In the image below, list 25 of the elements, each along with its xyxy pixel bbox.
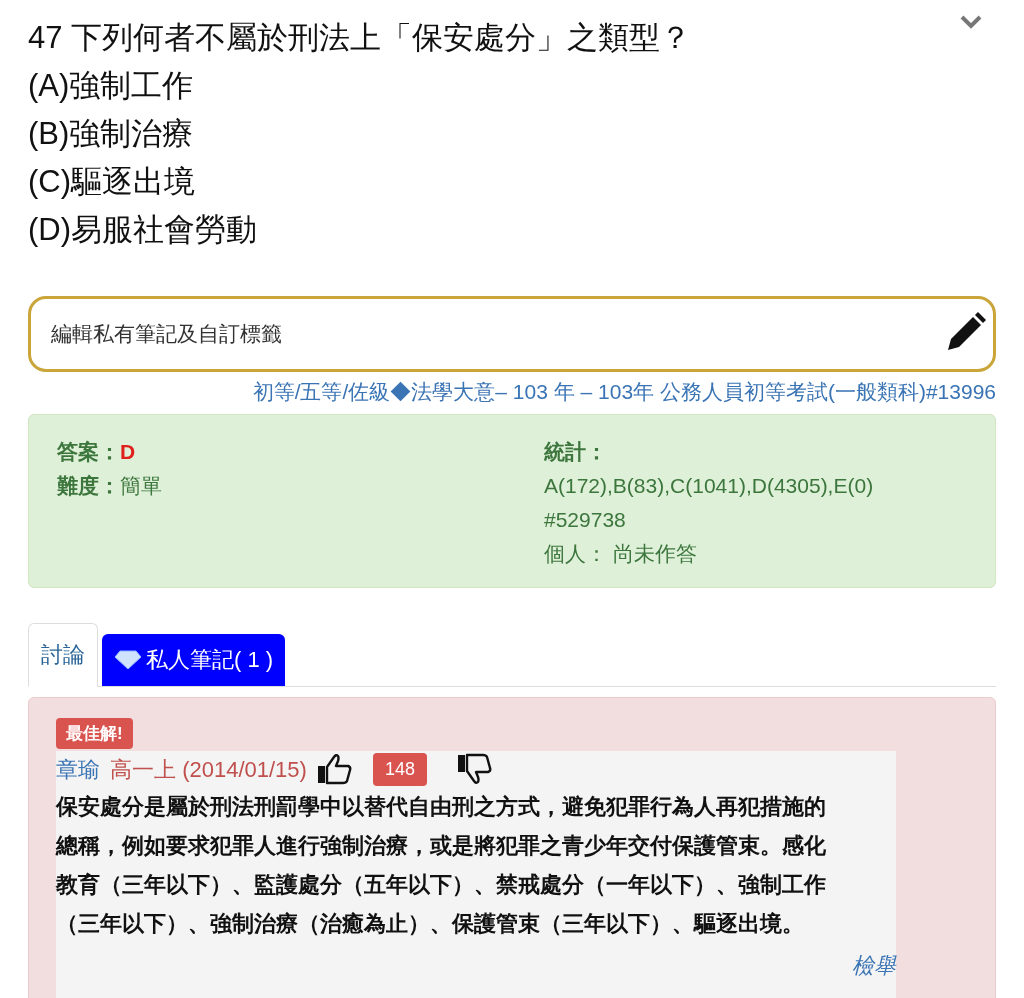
author-link[interactable]: 章瑜 (56, 752, 100, 786)
answer-option: (C)驅逐出境 (28, 158, 984, 206)
personal-status: 個人： 尚未作答 (544, 540, 698, 567)
report-link[interactable]: 檢舉 (852, 953, 896, 978)
answer-body: 保安處分是屬於刑法刑罰學中以替代自由刑之方式，避免犯罪行為人再犯措施的總稱，例如要求犯罪人進行強制治療，或是將犯罪之青少年交付保護管束。感化教育（三年以下）、監護處分（五年以下）、禁戒處分（一年以下）、強制工作（三年以下）、強制治療（治癒為止）、保護管束（三年以下）、驅逐出境。 (56, 793, 827, 938)
vote-count: 148 (372, 752, 427, 786)
difficulty-text: 難度：簡單 (57, 472, 163, 499)
author-level: 高一上 (2014/01/15) (110, 755, 307, 784)
thumbs-down-icon[interactable] (456, 753, 493, 785)
answer-option: (D)易服社會勞動 (28, 206, 984, 254)
answer-option: (A)強制工作 (28, 62, 984, 110)
tab[interactable]: 討論 (28, 622, 98, 687)
tab[interactable]: 私人筆記( 1 ) (102, 633, 286, 686)
question-text: 47 下列何者不屬於刑法上「保安處分」之類型？ (28, 19, 692, 57)
answer-option: (B)強制治療 (28, 110, 984, 158)
note-field[interactable]: 編輯私有筆記及自訂標籤 (28, 296, 996, 372)
question-id: #529738 (544, 506, 627, 533)
best-answer-badge: 最佳解! (56, 717, 133, 749)
diamond-icon (114, 649, 142, 670)
answer-text: 答案：D (57, 438, 137, 465)
exam-source-link[interactable]: 初等/五等/佐級◆法學大意– 103 年 – 103年 公務人員初等考試(一般類科)#13996 (252, 380, 996, 403)
stats-text: A(172),B(83),C(1041),D(4305),E(0) (544, 472, 875, 499)
stats-label: 統計： (544, 438, 608, 465)
chevron-down-icon[interactable] (960, 14, 982, 30)
thumbs-up-icon[interactable] (316, 753, 353, 785)
